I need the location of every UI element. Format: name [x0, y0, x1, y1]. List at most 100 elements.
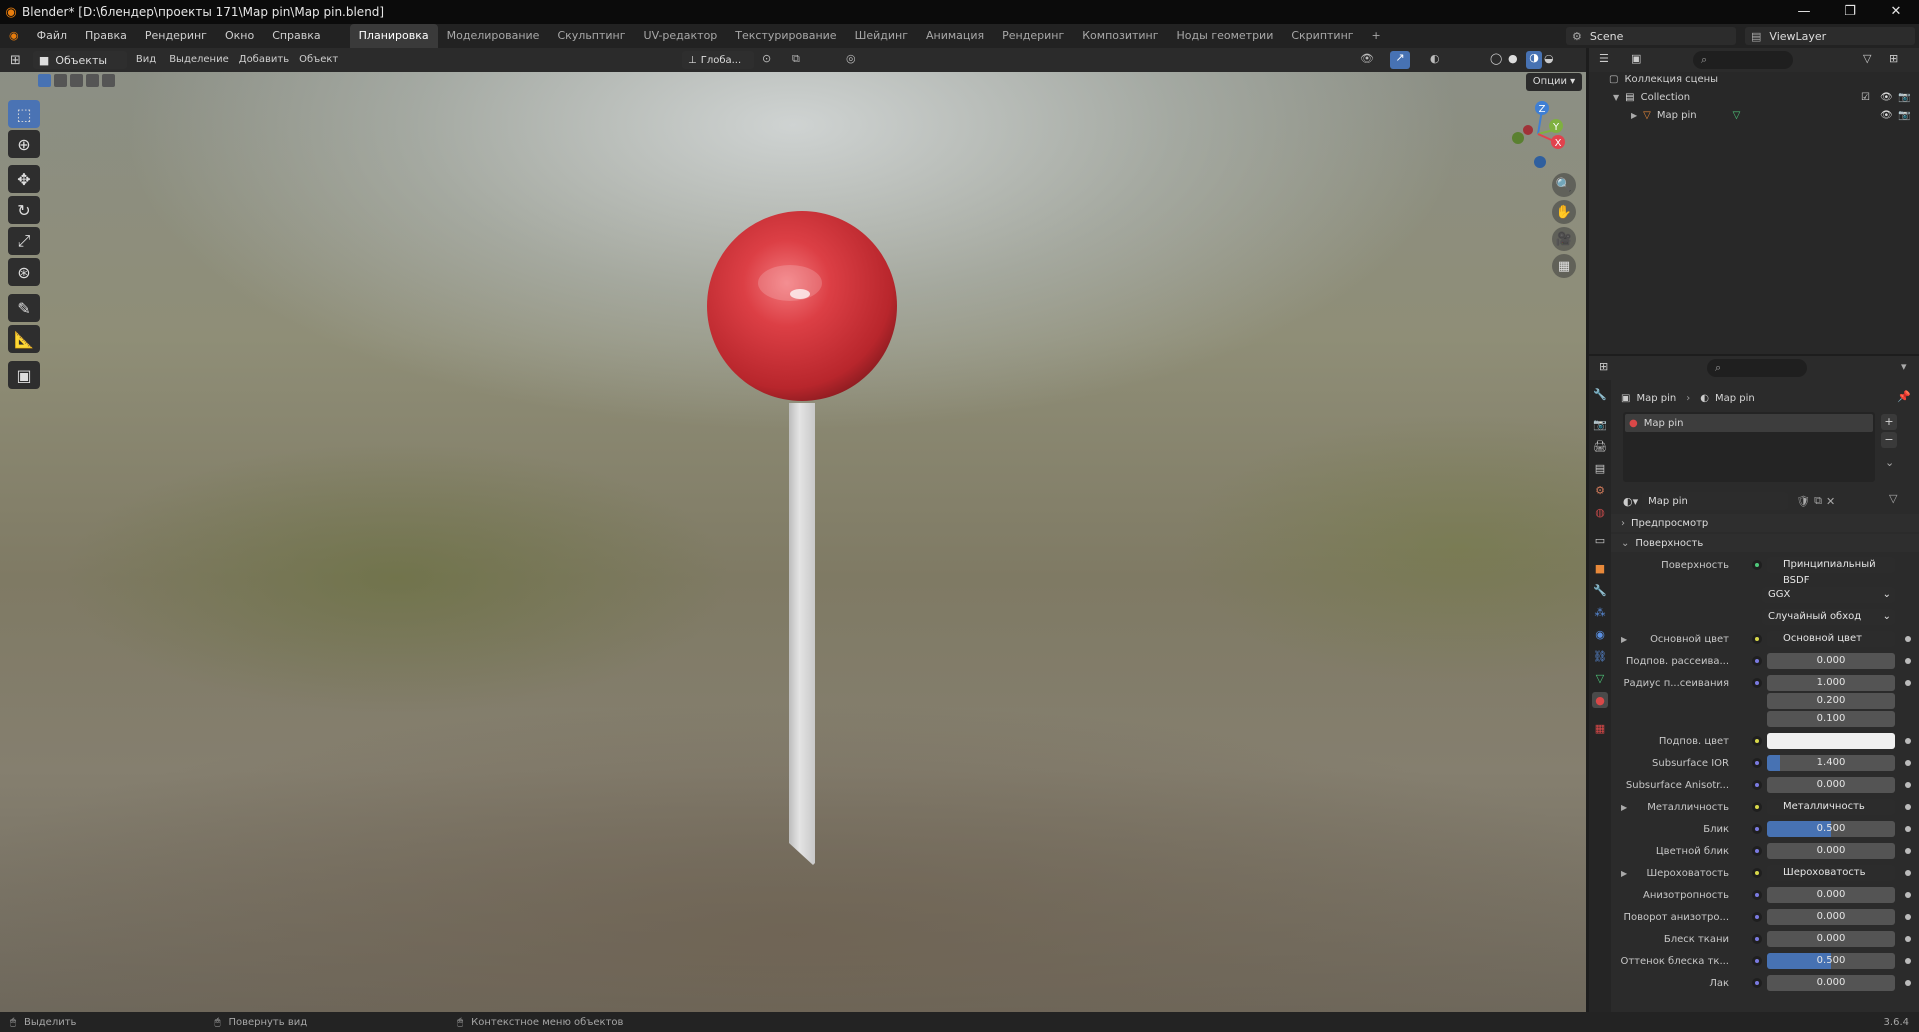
keyframe-dot-icon[interactable]: [1905, 782, 1911, 788]
keyframe-dot-icon[interactable]: [1905, 936, 1911, 942]
keyframe-dot-icon[interactable]: [1905, 958, 1911, 964]
select-invert-icon[interactable]: [86, 74, 99, 87]
scale-tool[interactable]: ⤢: [8, 227, 40, 255]
mode-selector[interactable]: ■ Объекты: [32, 51, 127, 69]
view-layer-selector[interactable]: ▤ ViewLayer: [1745, 27, 1915, 45]
input-socket-icon[interactable]: [1752, 846, 1762, 856]
keyframe-dot-icon[interactable]: [1905, 738, 1911, 744]
object-tab-icon[interactable]: ■: [1592, 560, 1608, 576]
transform-orientation[interactable]: ⊥ Глоба...: [682, 51, 754, 69]
menu-render[interactable]: Рендеринг: [136, 24, 216, 48]
keyframe-dot-icon[interactable]: [1905, 680, 1911, 686]
gizmo-neg-x[interactable]: [1523, 125, 1533, 135]
scene-tab-icon[interactable]: ⚙: [1592, 482, 1608, 498]
3d-viewport[interactable]: [0, 48, 1586, 1012]
outliner-row-scene-collection[interactable]: ▢ Коллекция сцены: [1589, 70, 1919, 88]
view-layer-tab-icon[interactable]: ▤: [1592, 460, 1608, 476]
keyframe-dot-icon[interactable]: [1905, 848, 1911, 854]
keyframe-dot-icon[interactable]: [1905, 980, 1911, 986]
modifier-tab-icon[interactable]: 🔧: [1592, 582, 1608, 598]
input-socket-icon[interactable]: [1752, 656, 1762, 666]
select-intersect-icon[interactable]: [102, 74, 115, 87]
menu-file[interactable]: Файл: [28, 24, 76, 48]
properties-search-input[interactable]: ⌕: [1707, 359, 1807, 377]
expand-arrow-icon[interactable]: ▶: [1631, 111, 1637, 120]
grid-perspective-icon[interactable]: ▦: [1552, 254, 1576, 278]
properties-editor-icon[interactable]: ⊞: [1599, 360, 1608, 373]
input-socket-icon[interactable]: [1752, 912, 1762, 922]
overlay-icon[interactable]: ◐: [1430, 52, 1440, 65]
bsdf-input-value[interactable]: 0.000: [1767, 843, 1895, 859]
viewport-menu-object[interactable]: Объект: [295, 48, 342, 72]
add-cube-tool[interactable]: ▣: [8, 361, 40, 389]
remove-slot-button[interactable]: −: [1881, 432, 1897, 448]
tab-shading[interactable]: Шейдинг: [846, 24, 917, 48]
bsdf-input-value[interactable]: 0.000: [1767, 887, 1895, 903]
keyframe-dot-icon[interactable]: [1905, 658, 1911, 664]
tab-modeling[interactable]: Моделирование: [438, 24, 549, 48]
scene-selector[interactable]: ⚙ Scene: [1566, 27, 1736, 45]
select-extend-icon[interactable]: [54, 74, 67, 87]
material-name-field[interactable]: Map pin: [1642, 492, 1789, 510]
menu-edit[interactable]: Правка: [76, 24, 136, 48]
tab-uv-editing[interactable]: UV-редактор: [635, 24, 727, 48]
particles-tab-icon[interactable]: ⁂: [1592, 604, 1608, 620]
bsdf-input-value[interactable]: Шероховатость: [1767, 865, 1895, 881]
output-tab-icon[interactable]: 🖨: [1592, 438, 1608, 454]
outliner-row-map-pin[interactable]: ▶ ▽ Map pin ▽ 👁 📷: [1589, 106, 1919, 124]
browse-material-icon[interactable]: ◐▾: [1623, 495, 1638, 508]
outliner-row-collection[interactable]: ▼ ▤ Collection ☑ 👁 📷: [1589, 88, 1919, 106]
input-socket-icon[interactable]: [1752, 758, 1762, 768]
outliner-search-input[interactable]: ⌕: [1693, 51, 1793, 69]
subsurface-method-dropdown[interactable]: Случайный обход ⌄: [1762, 609, 1895, 625]
unlink-material-icon[interactable]: ✕: [1826, 495, 1835, 508]
tool-tab-icon[interactable]: 🔧: [1592, 386, 1608, 402]
keyframe-dot-icon[interactable]: [1905, 870, 1911, 876]
bsdf-input-value[interactable]: 0.000: [1767, 931, 1895, 947]
pivot-icon[interactable]: ⊙: [762, 52, 771, 65]
options-dropdown[interactable]: Опции ▾: [1526, 73, 1582, 91]
close-button[interactable]: ✕: [1873, 0, 1919, 24]
bsdf-input-value[interactable]: 0.500: [1767, 953, 1895, 969]
tab-scripting[interactable]: Скриптинг: [1282, 24, 1362, 48]
measure-tool[interactable]: 📐: [8, 325, 40, 353]
expand-arrow-icon[interactable]: ▶: [1621, 635, 1627, 644]
surface-shader-value[interactable]: Принципиальный BSDF: [1767, 557, 1895, 586]
add-slot-button[interactable]: +: [1881, 414, 1897, 430]
mesh-data-icon[interactable]: ▽: [1733, 110, 1741, 121]
duplicate-material-icon[interactable]: ⧉: [1814, 494, 1822, 508]
input-socket-icon[interactable]: [1752, 634, 1762, 644]
input-socket-icon[interactable]: [1752, 934, 1762, 944]
collection-tab-icon[interactable]: ▭: [1592, 532, 1608, 548]
bsdf-input-value[interactable]: 1.000: [1767, 675, 1895, 691]
tab-rendering[interactable]: Рендеринг: [993, 24, 1073, 48]
world-tab-icon[interactable]: ◍: [1592, 504, 1608, 520]
keyframe-dot-icon[interactable]: [1905, 636, 1911, 642]
material-slot-item[interactable]: ● Map pin: [1625, 414, 1873, 432]
collection-eye-icon[interactable]: 👁: [1880, 92, 1893, 103]
bsdf-input-value[interactable]: 0.000: [1767, 653, 1895, 669]
bsdf-input-value[interactable]: 0.000: [1767, 777, 1895, 793]
input-socket-icon[interactable]: [1752, 736, 1762, 746]
input-socket-icon[interactable]: [1752, 678, 1762, 688]
tab-animation[interactable]: Анимация: [917, 24, 993, 48]
material-shading-icon[interactable]: ◑: [1526, 51, 1542, 69]
move-tool[interactable]: ✥: [8, 165, 40, 193]
select-subtract-icon[interactable]: [70, 74, 83, 87]
pin-head[interactable]: [707, 211, 897, 401]
cursor-tool[interactable]: ⊕: [8, 130, 40, 158]
gizmo-neg-y[interactable]: [1512, 132, 1524, 144]
rotate-tool[interactable]: ↻: [8, 196, 40, 224]
texture-tab-icon[interactable]: ▦: [1592, 720, 1608, 736]
add-workspace-button[interactable]: +: [1363, 24, 1390, 48]
input-socket-icon[interactable]: [1752, 802, 1762, 812]
material-filter-icon[interactable]: ▽: [1889, 492, 1897, 505]
keyframe-dot-icon[interactable]: [1905, 892, 1911, 898]
pin-icon[interactable]: 📌: [1897, 390, 1911, 403]
bsdf-input-value[interactable]: 0.200: [1767, 693, 1895, 709]
tab-texture-paint[interactable]: Текстурирование: [726, 24, 845, 48]
menu-window[interactable]: Окно: [216, 24, 263, 48]
axis-gizmo[interactable]: Z Y X: [1502, 96, 1572, 172]
distribution-dropdown[interactable]: GGX ⌄: [1762, 587, 1895, 603]
data-tab-icon[interactable]: ▽: [1592, 670, 1608, 686]
